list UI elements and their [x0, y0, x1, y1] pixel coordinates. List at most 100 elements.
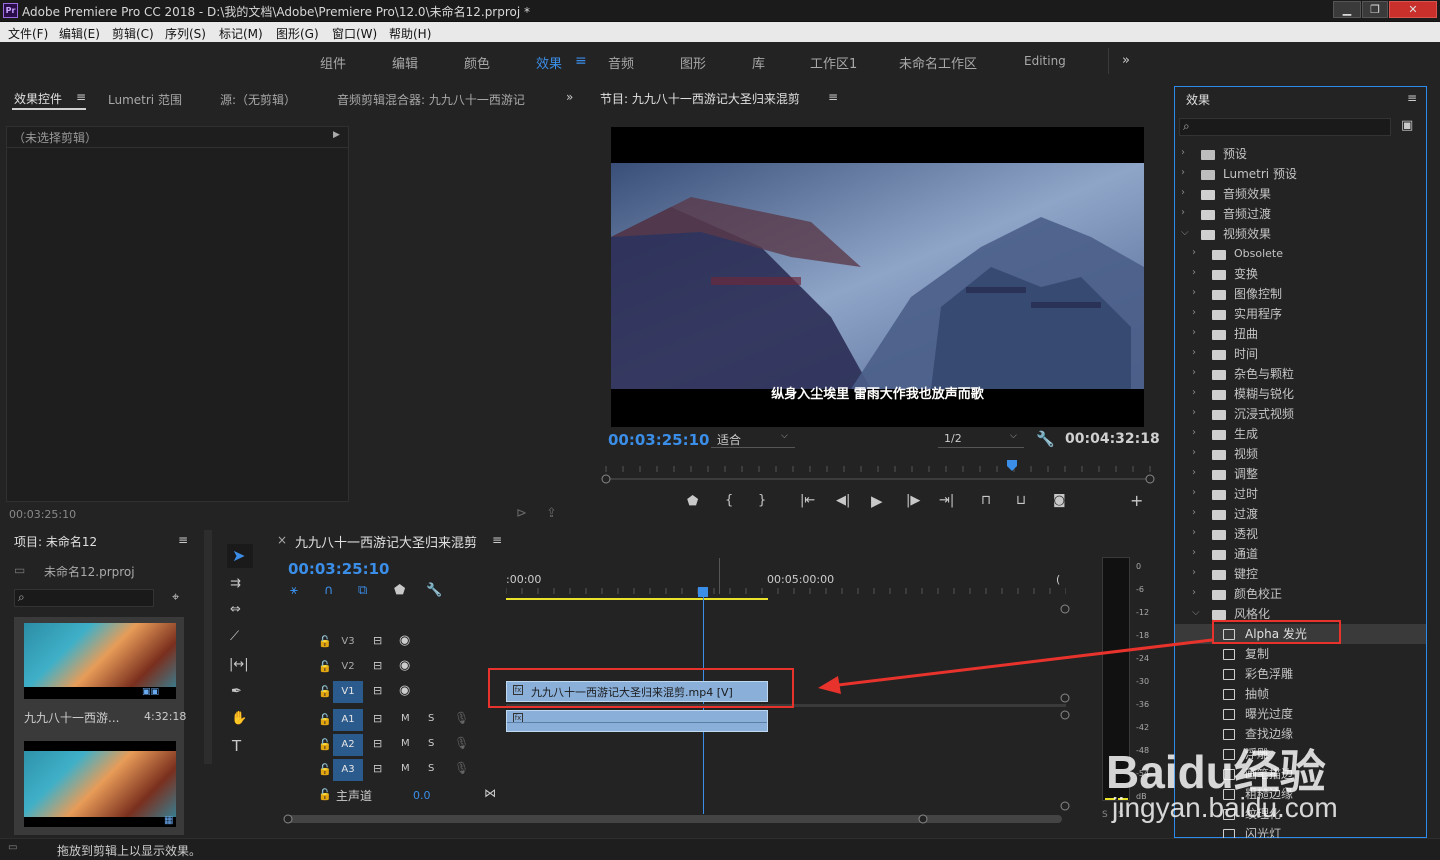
mute-button[interactable]: M [401, 763, 410, 774]
snap-nested-icon[interactable]: ⚹ [290, 583, 298, 598]
tab-effect-controls[interactable]: 效果控件 [14, 90, 62, 107]
effects-item[interactable]: › 预设 [1175, 144, 1426, 164]
panel-menu-icon[interactable]: ≡ [178, 533, 188, 547]
camera-icon[interactable]: ◙ [1053, 493, 1066, 508]
linked-selection-icon[interactable]: ⧉ [358, 583, 367, 598]
chevron-right-icon[interactable]: › [1192, 467, 1196, 478]
project-search-input[interactable]: ⌕ [14, 589, 154, 607]
settings-wrench-icon[interactable]: 🔧 [426, 583, 442, 598]
tab-source[interactable]: 源:（无剪辑） [220, 91, 296, 108]
eye-icon[interactable]: ◉ [399, 633, 410, 648]
chevron-right-icon[interactable]: › [1192, 287, 1196, 298]
effects-item[interactable]: › 变换 [1175, 264, 1426, 284]
track-target-button[interactable]: V3 [333, 631, 363, 653]
menu-marker[interactable]: 标记(M) [219, 25, 263, 42]
selection-tool-icon[interactable]: ➤ [232, 546, 245, 565]
program-timecode[interactable]: 00:03:25:10 [608, 431, 710, 449]
lock-icon[interactable]: 🔓 [318, 685, 332, 698]
effects-item[interactable]: 抽帧 [1175, 684, 1426, 704]
track-target-button[interactable]: V1 [333, 681, 363, 703]
chevron-right-icon[interactable]: › [1192, 427, 1196, 438]
expand-arrow-icon[interactable]: ▶ [333, 130, 340, 140]
effects-item[interactable]: 曝光过度 [1175, 704, 1426, 724]
chevron-right-icon[interactable]: › [1192, 307, 1196, 318]
effects-item[interactable]: › 过时 [1175, 484, 1426, 504]
track-select-icon[interactable]: ⇉ [230, 576, 241, 591]
lock-icon[interactable]: 🔓 [318, 660, 332, 673]
workspace-color[interactable]: 颜色 [464, 53, 490, 72]
chevron-right-icon[interactable]: › [1192, 527, 1196, 538]
timeline-vertical-scrollbar[interactable] [1056, 602, 1074, 812]
close-button[interactable]: ✕ [1389, 1, 1437, 18]
chevron-right-icon[interactable]: › [1192, 447, 1196, 458]
chevron-right-icon[interactable]: › [1181, 167, 1185, 178]
chevron-down-icon[interactable]: ⌵ [1181, 227, 1189, 238]
microphone-icon[interactable]: 🎙 [454, 761, 469, 775]
workspace-effects[interactable]: 效果 [536, 53, 562, 72]
wrench-icon[interactable]: 🔧 [1036, 430, 1055, 448]
go-to-end-icon[interactable]: ⋈ [484, 786, 496, 800]
solo-button[interactable]: S [428, 713, 434, 724]
effects-item[interactable]: › 键控 [1175, 564, 1426, 584]
lock-icon[interactable]: 🔓 [318, 635, 332, 648]
effects-item[interactable]: 闪光灯 [1175, 824, 1426, 839]
sync-lock-icon[interactable]: ⊟ [373, 712, 382, 725]
panel-menu-icon[interactable]: ≡ [492, 533, 502, 547]
microphone-icon[interactable]: 🎙 [454, 736, 469, 750]
effects-item[interactable]: › 生成 [1175, 424, 1426, 444]
lock-icon[interactable]: 🔓 [318, 738, 332, 751]
mute-button[interactable]: M [401, 738, 410, 749]
menu-clip[interactable]: 剪辑(C) [112, 25, 154, 42]
pen-tool-icon[interactable]: ✒ [231, 684, 242, 699]
track-target-button[interactable]: A2 [333, 734, 363, 756]
play-icon[interactable]: ▶ [871, 492, 883, 510]
effects-item[interactable]: › 音频过渡 [1175, 204, 1426, 224]
new-bin-icon[interactable]: ▣ [1401, 118, 1413, 133]
tab-lumetri-scopes[interactable]: Lumetri 范围 [108, 91, 182, 108]
add-button-icon[interactable]: + [1130, 491, 1143, 510]
step-back-icon[interactable]: ◀| [836, 493, 850, 508]
eye-icon[interactable]: ◉ [399, 683, 410, 698]
microphone-icon[interactable]: 🎙 [454, 711, 469, 725]
track-target-button[interactable]: V2 [333, 656, 363, 678]
effects-item[interactable]: › 扭曲 [1175, 324, 1426, 344]
hand-tool-icon[interactable]: ✋ [231, 711, 247, 726]
chevron-down-icon[interactable]: ⌵ [1192, 607, 1200, 618]
effects-item[interactable]: › 颜色校正 [1175, 584, 1426, 604]
chevron-right-icon[interactable]: › [1192, 587, 1196, 598]
tab-audio-clip-mixer[interactable]: 音频剪辑混合器: 九九八十一西游记 [337, 91, 544, 108]
tab-menu-icon[interactable]: ≡ [76, 90, 86, 104]
lock-icon[interactable]: 🔓 [318, 713, 332, 726]
audio-clip-a1[interactable]: fx [506, 710, 768, 732]
sync-lock-icon[interactable]: ⊟ [373, 634, 382, 647]
mark-in-icon[interactable]: { [725, 493, 733, 508]
workspace-1[interactable]: 工作区1 [810, 53, 857, 72]
effects-item[interactable]: ⌵ 视频效果 [1175, 224, 1426, 244]
scrollbar[interactable] [204, 530, 212, 764]
chevron-right-icon[interactable]: › [1192, 487, 1196, 498]
workspace-untitled[interactable]: 未命名工作区 [899, 53, 977, 72]
workspace-audio[interactable]: 音频 [608, 53, 634, 72]
lock-icon[interactable]: 🔓 [318, 788, 332, 801]
more-tabs-icon[interactable]: » [566, 90, 573, 104]
resolution-dropdown[interactable]: 1/2 ⌵ [938, 431, 1024, 448]
chevron-right-icon[interactable]: › [1192, 547, 1196, 558]
chevron-right-icon[interactable]: › [1192, 347, 1196, 358]
effects-search-input[interactable]: ⌕ [1179, 118, 1391, 136]
sync-lock-icon[interactable]: ⊟ [373, 659, 382, 672]
mute-button[interactable]: M [401, 713, 410, 724]
export-icon[interactable]: ⇪ [546, 506, 557, 521]
workspace-libraries[interactable]: 库 [752, 53, 765, 72]
minimize-button[interactable]: ▁ [1333, 1, 1361, 18]
menu-sequence[interactable]: 序列(S) [165, 25, 206, 42]
add-marker-icon[interactable]: ⬟ [687, 494, 698, 509]
effects-item[interactable]: › 过渡 [1175, 504, 1426, 524]
chevron-right-icon[interactable]: › [1192, 507, 1196, 518]
extract-icon[interactable]: ⊔ [1016, 493, 1026, 508]
menu-graphics[interactable]: 图形(G) [276, 25, 319, 42]
workspace-graphics[interactable]: 图形 [680, 53, 706, 72]
fit-dropdown[interactable]: 适合 ⌵ [711, 431, 795, 448]
panel-menu-icon[interactable]: ≡ [1407, 91, 1417, 105]
chevron-right-icon[interactable]: › [1192, 567, 1196, 578]
filter-icon[interactable]: ⊳ [516, 506, 527, 521]
